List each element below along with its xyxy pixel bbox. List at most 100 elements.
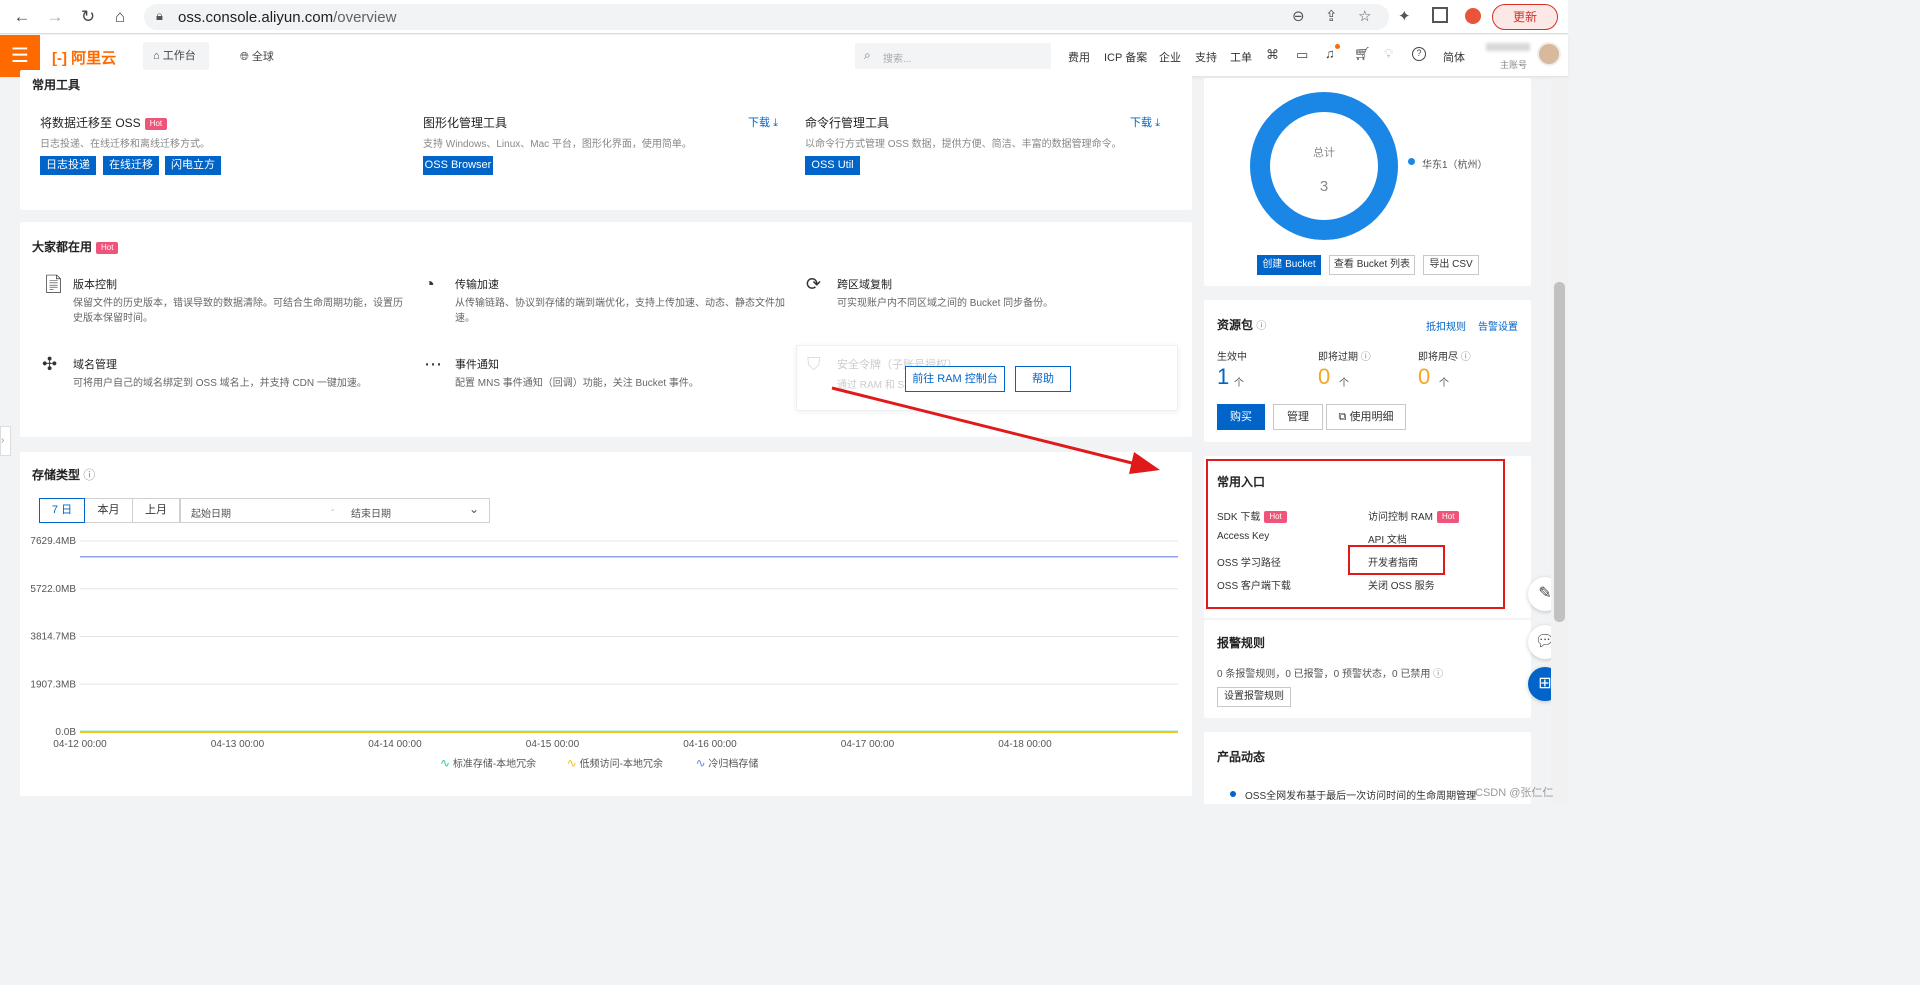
feature-title-version[interactable]: 版本控制 <box>73 276 117 292</box>
x-tick-label: 04-17 00:00 <box>841 739 895 750</box>
ram-console-button[interactable]: 前往 RAM 控制台 <box>905 366 1005 392</box>
share-icon[interactable]: ⇪ <box>1325 7 1338 25</box>
code-icon[interactable]: ⌘ <box>1266 47 1279 63</box>
aliyun-logo[interactable]: [-] 阿里云 <box>52 47 116 68</box>
language-selector[interactable]: 简体 <box>1443 49 1465 65</box>
stat-value-expiring: 0 <box>1318 364 1331 389</box>
tab-this-month[interactable]: 本月 <box>85 498 133 523</box>
sidepanel-icon[interactable] <box>1432 7 1448 23</box>
feature-desc-version: 保留文件的历史版本，错误导致的数据清除。可结合生命周期功能，设置历史版本保留时间… <box>73 298 403 324</box>
storage-title: 存储类型 ⓘ <box>32 468 96 482</box>
lightbulb-icon[interactable]: 💡︎ <box>1384 46 1393 62</box>
chart-xticks: 04-12 00:00 04-13 00:00 04-14 00:00 04-15 0… <box>53 739 1052 750</box>
feature-title-crr[interactable]: 跨区域复制 <box>837 276 892 292</box>
news-title: 产品动态 <box>1217 750 1266 764</box>
notification-dot <box>1335 44 1340 49</box>
resource-title: 资源包 ⓘ <box>1217 318 1267 332</box>
chart-legend: ∿ 标准存储-本地冗余 ∿ 低频访问-本地冗余 ∿ 冷归档存储 <box>440 755 758 770</box>
feature-title-acceleration[interactable]: 传输加速 <box>455 276 499 292</box>
donut-total-value: 3 <box>1319 178 1329 195</box>
news-item[interactable]: OSS全网发布基于最后一次访问时间的生命周期管理 <box>1245 787 1476 802</box>
avatar[interactable] <box>1537 42 1561 66</box>
nav-support[interactable]: 支持 <box>1195 49 1217 65</box>
scrollbar-thumb[interactable] <box>1554 282 1565 622</box>
news-dot <box>1230 791 1236 797</box>
zoom-icon[interactable]: ⊖ <box>1292 7 1305 25</box>
alert-settings-link[interactable]: 告警设置 <box>1478 318 1518 333</box>
online-migration-button[interactable]: 在线迁移 <box>103 156 159 175</box>
tab-last-month[interactable]: 上月 <box>133 498 180 523</box>
log-delivery-button[interactable]: 日志投递 <box>40 156 96 175</box>
terminal-icon[interactable]: ▭ <box>1296 47 1308 63</box>
y-tick-label: 0.0B <box>55 727 76 738</box>
date-range-picker[interactable]: 起始日期 - 结束日期 ⌄ <box>180 498 490 523</box>
tab-7d[interactable]: 7 日 <box>39 498 85 523</box>
nav-ticket[interactable]: 工单 <box>1230 49 1252 65</box>
start-date-input[interactable]: 起始日期 <box>191 505 231 520</box>
search-input[interactable]: ⌕ 搜索... <box>855 43 1051 69</box>
stat-label-exhausting: 即将用尽 ⓘ <box>1418 352 1471 363</box>
tool-title-migrate: 将数据迁移至 OSS Hot <box>40 114 168 131</box>
usage-detail-button[interactable]: ⧉ 使用明细 <box>1326 404 1406 430</box>
globe-icon: 🌐︎ <box>240 51 249 63</box>
nav-fee[interactable]: 费用 <box>1068 49 1090 65</box>
chevron-down-icon: ⌄ <box>469 502 480 516</box>
browser-download-link[interactable]: 下载 ⤓ <box>748 114 778 130</box>
feature-desc-domain: 可将用户自己的域名绑定到 OSS 域名上，并支持 CDN 一键加速。 <box>73 378 367 389</box>
legend-item-0[interactable]: ∿ 标准存储-本地冗余 <box>440 755 564 770</box>
view-bucket-list-button[interactable]: 查看 Bucket 列表 <box>1329 255 1415 275</box>
feature-desc-acceleration: 从传输链路、协议到存储的端到端优化，支持上传加速、动态、静态文件加速。 <box>455 298 785 324</box>
home-icon: ⌂ <box>153 50 160 62</box>
create-bucket-button[interactable]: 创建 Bucket <box>1257 255 1321 275</box>
region-selector[interactable]: 🌐︎ 全球 <box>240 48 274 64</box>
collapse-sidebar-handle[interactable]: › <box>0 426 11 456</box>
deduction-rules-link[interactable]: 抵扣规则 <box>1426 318 1466 333</box>
home-icon[interactable]: ⌂ <box>109 0 131 34</box>
stat-value-active: 1 <box>1217 364 1230 389</box>
forward-icon[interactable]: → <box>44 0 66 34</box>
chart-grid <box>80 540 1178 733</box>
x-tick-label: 04-16 00:00 <box>683 739 737 750</box>
x-tick-label: 04-18 00:00 <box>998 739 1052 750</box>
popular-title: 大家都在用 Hot <box>32 238 119 255</box>
buy-button[interactable]: 购买 <box>1217 404 1265 430</box>
extensions-icon[interactable]: ✦ <box>1398 7 1411 25</box>
feature-title-domain[interactable]: 域名管理 <box>73 356 117 372</box>
watermark: CSDN @张仁仁 <box>1475 787 1554 799</box>
workbench-button[interactable]: ⌂ 工作台 <box>143 42 209 70</box>
legend-item-2[interactable]: ∿ 冷归档存储 <box>696 755 759 770</box>
network-icon: ✣ <box>42 354 58 374</box>
export-csv-button[interactable]: 导出 CSV <box>1423 255 1479 275</box>
tools-title: 常用工具 <box>32 78 81 92</box>
bell-icon[interactable]: ♫ <box>1325 46 1335 61</box>
legend-item-1[interactable]: ∿ 低频访问-本地冗余 <box>567 755 693 770</box>
nav-enterprise[interactable]: 企业 <box>1159 49 1181 65</box>
oss-util-button[interactable]: OSS Util <box>805 156 860 175</box>
chart-yticks: 7629.4MB 5722.0MB 3814.7MB 1907.3MB 0.0B <box>30 536 76 738</box>
feature-desc-crr: 可实现账户内不同区域之间的 Bucket 同步备份。 <box>837 298 1054 309</box>
help-icon[interactable]: ? <box>1412 47 1426 61</box>
feature-title-event[interactable]: 事件通知 <box>455 356 499 372</box>
oss-browser-button[interactable]: OSS Browser <box>423 156 493 175</box>
cart-icon[interactable]: 🛒︎ <box>1354 46 1371 62</box>
resource-card: 资源包 ⓘ 抵扣规则 告警设置 生效中 1 个 即将过期 ⓘ 0 个 即将用尽 … <box>1204 300 1531 442</box>
replicate-icon: ⟳ <box>806 274 822 294</box>
nav-icp[interactable]: ICP 备案 <box>1104 49 1147 65</box>
update-button[interactable]: 更新 <box>1492 4 1558 30</box>
profile-icon[interactable] <box>1465 8 1481 24</box>
manage-button[interactable]: 管理 <box>1273 404 1323 430</box>
logo-mark-icon: [-] <box>52 50 67 67</box>
help-button[interactable]: 帮助 <box>1015 366 1071 392</box>
address-bar[interactable]: 🔒︎ oss.console.aliyun.com/overview ⊖ ⇪ ☆ <box>144 4 1389 30</box>
back-icon[interactable]: ← <box>11 0 33 34</box>
y-tick-label: 1907.3MB <box>30 679 76 690</box>
util-download-link[interactable]: 下载 ⤓ <box>1130 114 1160 130</box>
x-tick-label: 04-12 00:00 <box>53 739 107 750</box>
legend-wave-icon: ∿ <box>440 756 451 770</box>
lightning-cube-button[interactable]: 闪电立方 <box>165 156 221 175</box>
end-date-input[interactable]: 结束日期 <box>351 505 391 520</box>
x-tick-label: 04-13 00:00 <box>211 739 265 750</box>
reload-icon[interactable]: ↻ <box>77 0 99 34</box>
star-icon[interactable]: ☆ <box>1358 7 1371 25</box>
set-alarm-rule-button[interactable]: 设置报警规则 <box>1217 687 1291 707</box>
